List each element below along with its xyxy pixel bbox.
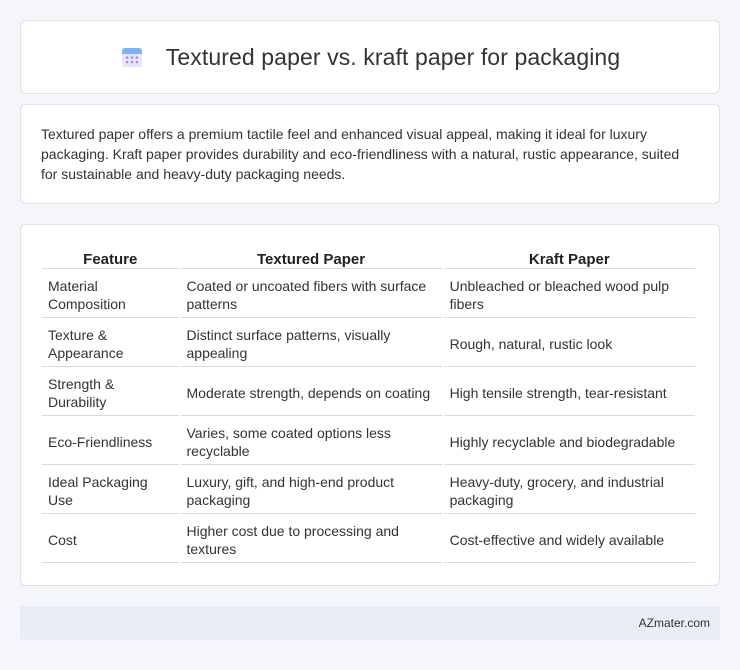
comparison-table: Feature Textured Paper Kraft Paper Mater…	[40, 245, 697, 563]
calendar-icon	[120, 45, 144, 69]
textured-cell: Distinct surface patterns, visually appe…	[180, 318, 442, 367]
feature-cell: Ideal Packaging Use	[42, 465, 179, 514]
footer-site-link[interactable]: AZmater.com	[639, 616, 710, 630]
table-row: Ideal Packaging Use Luxury, gift, and hi…	[42, 465, 695, 514]
table-header-row: Feature Textured Paper Kraft Paper	[42, 245, 695, 269]
kraft-cell: Highly recyclable and biodegradable	[443, 416, 695, 465]
comparison-card: Feature Textured Paper Kraft Paper Mater…	[20, 224, 720, 586]
kraft-cell: Rough, natural, rustic look	[443, 318, 695, 367]
header-feature: Feature	[42, 245, 179, 269]
page-title: Textured paper vs. kraft paper for packa…	[165, 43, 621, 70]
feature-cell: Material Composition	[42, 269, 179, 318]
intro-text: Textured paper offers a premium tactile …	[41, 126, 680, 182]
feature-cell: Cost	[42, 514, 179, 563]
textured-cell: Luxury, gift, and high-end product packa…	[180, 465, 442, 514]
intro-card: Textured paper offers a premium tactile …	[20, 104, 720, 204]
textured-cell: Varies, some coated options less recycla…	[180, 416, 442, 465]
textured-cell: Coated or uncoated fibers with surface p…	[180, 269, 442, 318]
textured-cell: Higher cost due to processing and textur…	[180, 514, 442, 563]
header-kraft-paper: Kraft Paper	[443, 245, 695, 269]
table-row: Material Composition Coated or uncoated …	[42, 269, 695, 318]
footer-bar: AZmater.com	[20, 606, 720, 640]
textured-cell: Moderate strength, depends on coating	[180, 367, 442, 416]
kraft-cell: Cost-effective and widely available	[443, 514, 695, 563]
table-row: Texture & Appearance Distinct surface pa…	[42, 318, 695, 367]
table-row: Strength & Durability Moderate strength,…	[42, 367, 695, 416]
header-textured-paper: Textured Paper	[180, 245, 442, 269]
title-card: Textured paper vs. kraft paper for packa…	[20, 20, 720, 94]
feature-cell: Eco-Friendliness	[42, 416, 179, 465]
kraft-cell: Unbleached or bleached wood pulp fibers	[443, 269, 695, 318]
feature-cell: Strength & Durability	[42, 367, 179, 416]
table-row: Eco-Friendliness Varies, some coated opt…	[42, 416, 695, 465]
table-row: Cost Higher cost due to processing and t…	[42, 514, 695, 563]
kraft-cell: Heavy-duty, grocery, and industrial pack…	[443, 465, 695, 514]
feature-cell: Texture & Appearance	[42, 318, 179, 367]
kraft-cell: High tensile strength, tear-resistant	[443, 367, 695, 416]
